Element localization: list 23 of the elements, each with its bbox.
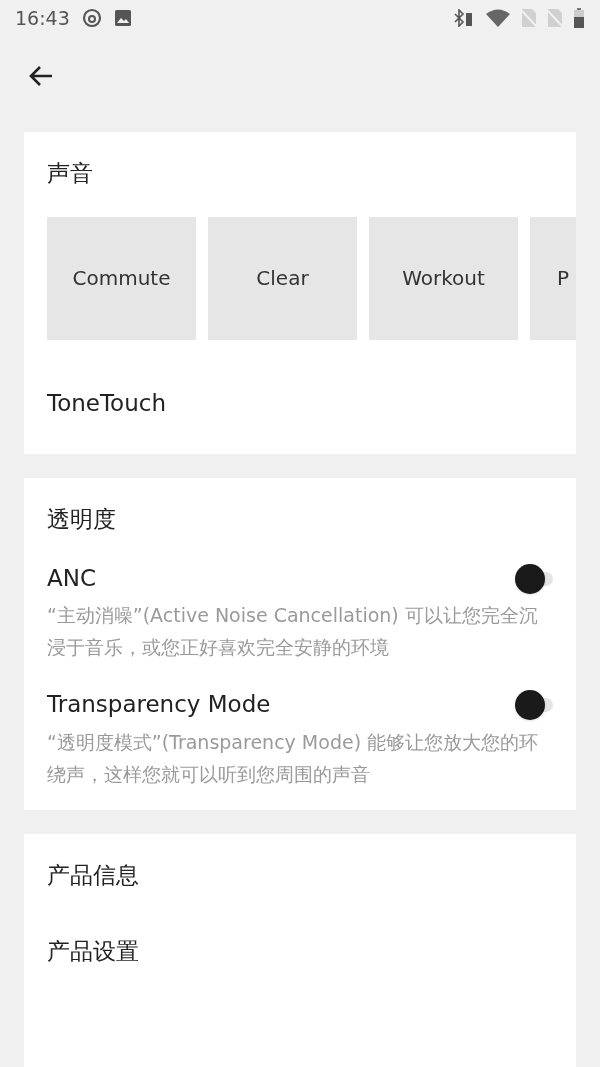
preset-tile[interactable]: Clear bbox=[208, 216, 357, 340]
preset-tile[interactable]: Workout bbox=[369, 216, 518, 340]
battery-icon bbox=[573, 8, 585, 28]
option-description: “主动消噪”(Active Noise Cancellation) 可以让您完全沉浸于音乐，或您正好喜欢完全安静的环境 bbox=[47, 603, 539, 660]
app-notification-icon bbox=[81, 8, 102, 28]
tonetouch-item[interactable]: ToneTouch bbox=[47, 385, 166, 420]
option-label: ANC bbox=[47, 563, 96, 593]
menu-item[interactable]: 产品设置 bbox=[24, 934, 162, 969]
image-icon bbox=[113, 9, 132, 27]
menu-item[interactable]: 产品信息 bbox=[24, 857, 162, 892]
option-description: “透明度模式”(Transparency Mode) 能够让您放大您的环绕声，这样您就可以听到您周围的声音 bbox=[47, 729, 540, 787]
option-label: Transparency Mode bbox=[47, 690, 271, 719]
no-sim-icon bbox=[547, 8, 563, 28]
bluetooth-icon bbox=[453, 9, 475, 27]
toggle-switch[interactable] bbox=[515, 562, 553, 593]
toggle-switch[interactable] bbox=[515, 689, 553, 720]
preset-tile[interactable]: Commute bbox=[47, 216, 196, 340]
section-title: 声音 bbox=[46, 159, 94, 188]
no-sim-icon bbox=[521, 8, 537, 28]
clock: 16:43 bbox=[15, 5, 70, 31]
preset-tile[interactable]: P bbox=[530, 216, 576, 340]
wifi-icon bbox=[485, 9, 511, 27]
section-title: 透明度 bbox=[46, 505, 117, 534]
